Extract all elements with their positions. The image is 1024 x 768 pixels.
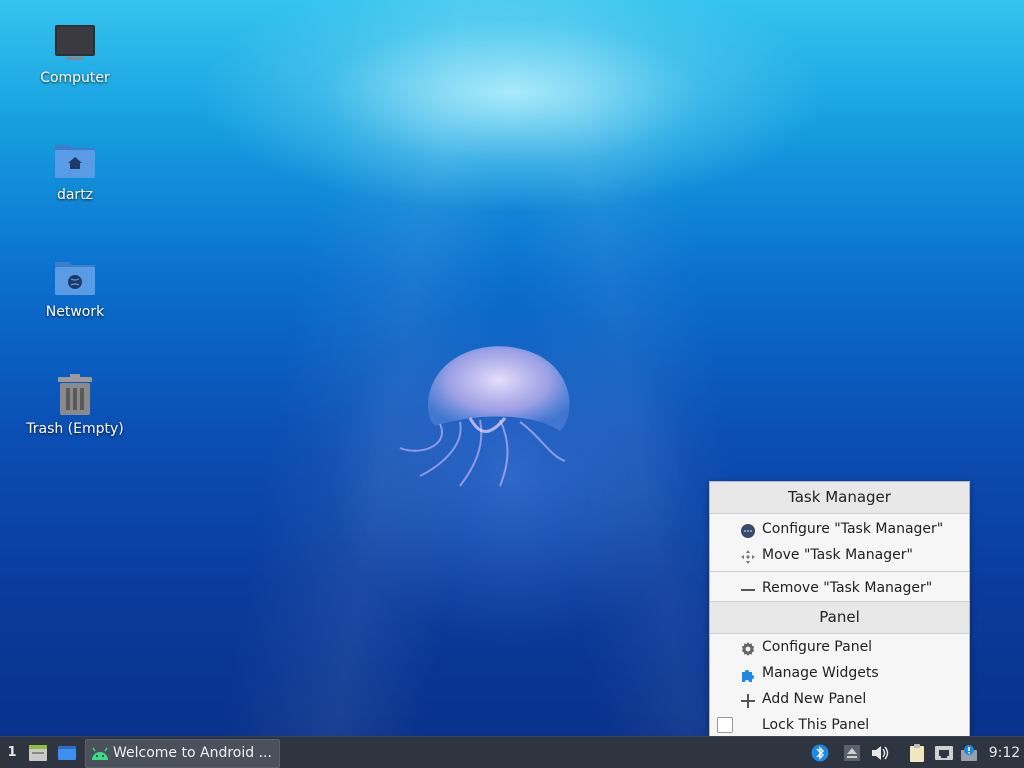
menu-item-add-new-panel[interactable]: Add New Panel bbox=[710, 686, 969, 712]
desktop-icon-home[interactable]: dartz bbox=[15, 139, 135, 203]
plus-icon bbox=[740, 692, 756, 708]
menu-item-manage-widgets[interactable]: Manage Widgets bbox=[710, 660, 969, 686]
file-manager-launcher-icon[interactable] bbox=[28, 744, 48, 762]
taskbar-button-welcome-to-android[interactable]: Welcome to Android ... bbox=[85, 739, 280, 768]
menu-item-label: Configure "Task Manager" bbox=[762, 521, 944, 537]
menu-separator bbox=[710, 571, 969, 572]
workspace-switcher[interactable]: 1 bbox=[0, 737, 24, 768]
lock-panel-checkbox[interactable] bbox=[717, 717, 733, 733]
taskbar-button-label: Welcome to Android ... bbox=[113, 745, 272, 761]
menu-item-label: Move "Task Manager" bbox=[762, 547, 913, 563]
trash-icon bbox=[53, 373, 97, 417]
menu-item-move-task-manager[interactable]: Move "Task Manager" bbox=[710, 542, 969, 568]
home-folder-icon bbox=[53, 139, 97, 183]
desktop-icon-network[interactable]: Network bbox=[15, 256, 135, 320]
notification-icon[interactable] bbox=[960, 744, 980, 762]
menu-section-header-panel: Panel bbox=[710, 601, 969, 634]
desktop-icon-trash[interactable]: Trash (Empty) bbox=[15, 373, 135, 437]
android-icon bbox=[90, 745, 110, 761]
eject-icon[interactable] bbox=[842, 744, 862, 762]
menu-item-label: Remove "Task Manager" bbox=[762, 580, 933, 596]
puzzle-icon bbox=[740, 666, 756, 682]
configure-task-manager-icon bbox=[740, 522, 756, 538]
desktop-icon-label: Network bbox=[45, 304, 105, 320]
menu-item-label: Configure Panel bbox=[762, 639, 873, 655]
menu-item-label: Lock This Panel bbox=[762, 717, 870, 733]
panel-context-menu: Task Manager Configure "Task Manager" Mo… bbox=[709, 481, 970, 738]
show-desktop-icon[interactable] bbox=[57, 744, 77, 762]
menu-item-label: Add New Panel bbox=[762, 691, 867, 707]
desktop-icon-computer[interactable]: Computer bbox=[15, 22, 135, 86]
menu-item-label: Manage Widgets bbox=[762, 665, 879, 681]
jellyfish-wallpaper-art bbox=[399, 346, 570, 487]
menu-item-configure-task-manager[interactable]: Configure "Task Manager" bbox=[710, 516, 969, 542]
menu-item-remove-task-manager[interactable]: Remove "Task Manager" bbox=[710, 575, 969, 601]
panel-clock[interactable]: 9:12 bbox=[985, 737, 1024, 768]
bottom-panel: 1 Welcome to Android ... 9:12 bbox=[0, 736, 1024, 768]
bluetooth-icon[interactable] bbox=[810, 744, 830, 762]
move-icon bbox=[740, 548, 756, 564]
remove-icon bbox=[740, 581, 756, 597]
gear-icon bbox=[740, 640, 756, 656]
desktop-icon-label: dartz bbox=[56, 187, 94, 203]
network-wired-icon[interactable] bbox=[934, 744, 954, 762]
menu-item-lock-this-panel[interactable]: Lock This Panel bbox=[710, 712, 969, 738]
menu-section-header-task-manager: Task Manager bbox=[710, 482, 969, 514]
network-folder-icon bbox=[53, 256, 97, 300]
volume-icon[interactable] bbox=[870, 744, 890, 762]
clipboard-icon[interactable] bbox=[907, 744, 927, 762]
computer-icon bbox=[53, 22, 97, 66]
desktop-icon-label: Trash (Empty) bbox=[26, 421, 124, 437]
menu-item-configure-panel[interactable]: Configure Panel bbox=[710, 634, 969, 660]
desktop-icon-label: Computer bbox=[40, 70, 110, 86]
